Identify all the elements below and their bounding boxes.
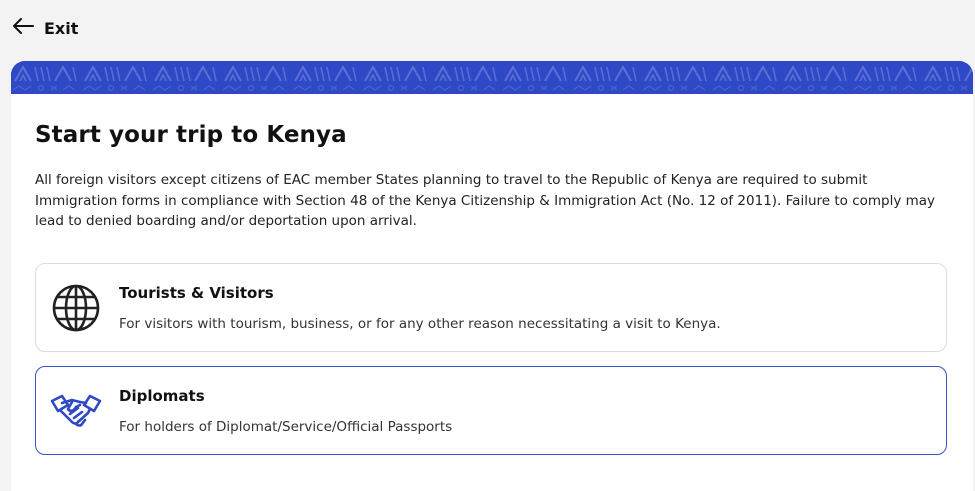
option-tourists-visitors[interactable]: Tourists & Visitors For visitors with to… [35, 263, 947, 352]
option-diplomats[interactable]: Diplomats For holders of Diplomat/Servic… [35, 366, 947, 455]
option-title: Diplomats [119, 387, 205, 405]
option-title: Tourists & Visitors [119, 284, 274, 302]
arrow-left-icon [12, 18, 34, 38]
decorative-banner [11, 61, 973, 94]
globe-icon [50, 284, 102, 332]
option-description: For holders of Diplomat/Service/Official… [119, 419, 453, 435]
option-description: For visitors with tourism, business, or … [119, 316, 721, 332]
intro-text: All foreign visitors except citizens of … [35, 172, 936, 229]
exit-label: Exit [44, 18, 79, 38]
handshake-icon [50, 387, 102, 435]
main-card: Start your trip to Kenya All foreign vis… [11, 61, 973, 491]
exit-button[interactable]: Exit [12, 14, 78, 42]
top-bar: Exit [0, 0, 975, 60]
page-title: Start your trip to Kenya [35, 122, 347, 148]
